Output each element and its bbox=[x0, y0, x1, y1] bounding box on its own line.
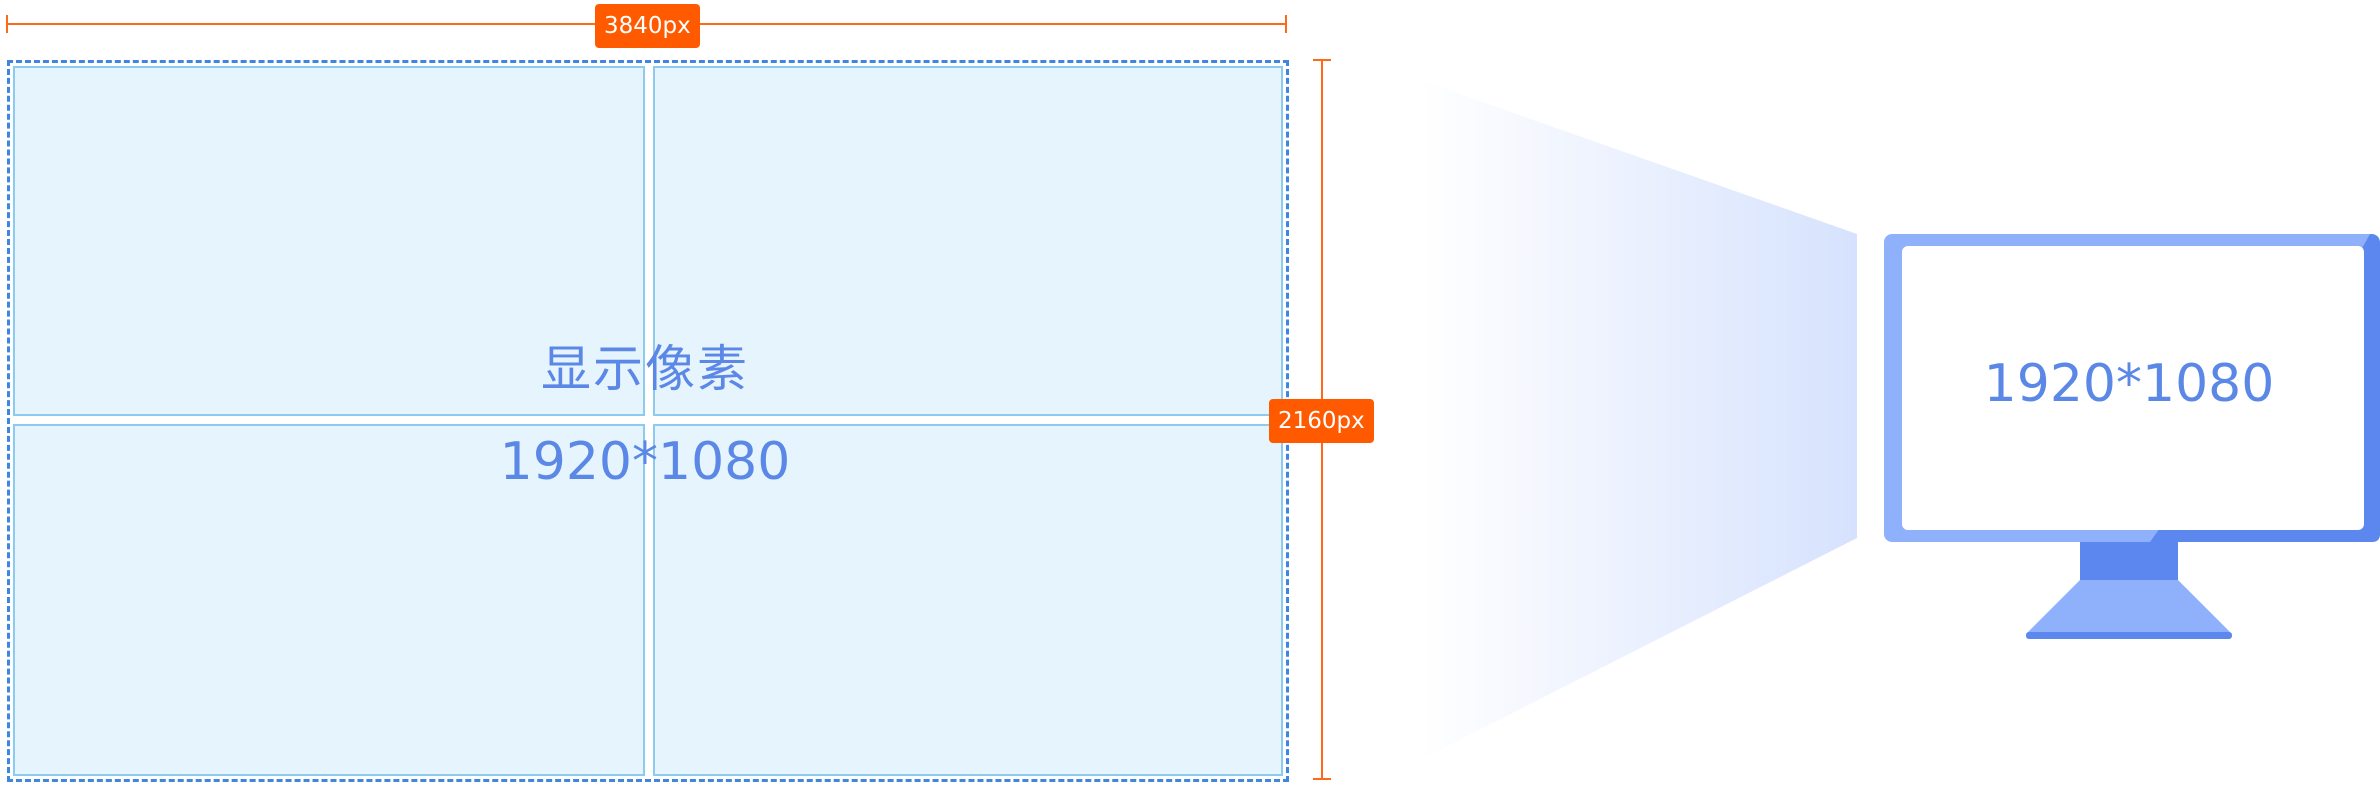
height-badge: 2160px bbox=[1269, 399, 1374, 443]
monitor-resolution: 1920*1080 bbox=[1983, 354, 2275, 414]
width-dimension-tick-right bbox=[1285, 15, 1287, 33]
monitor-icon bbox=[1884, 234, 2380, 639]
height-dimension-tick-top bbox=[1313, 59, 1331, 61]
height-dimension-tick-bottom bbox=[1313, 778, 1331, 780]
grid-title: 显示像素 bbox=[541, 340, 749, 398]
projection-beam bbox=[1420, 80, 1857, 760]
resolution-grid bbox=[7, 60, 1289, 782]
width-dimension-tick-left bbox=[6, 15, 8, 33]
width-badge: 3840px bbox=[595, 4, 700, 48]
grid-resolution: 1920*1080 bbox=[499, 432, 791, 492]
